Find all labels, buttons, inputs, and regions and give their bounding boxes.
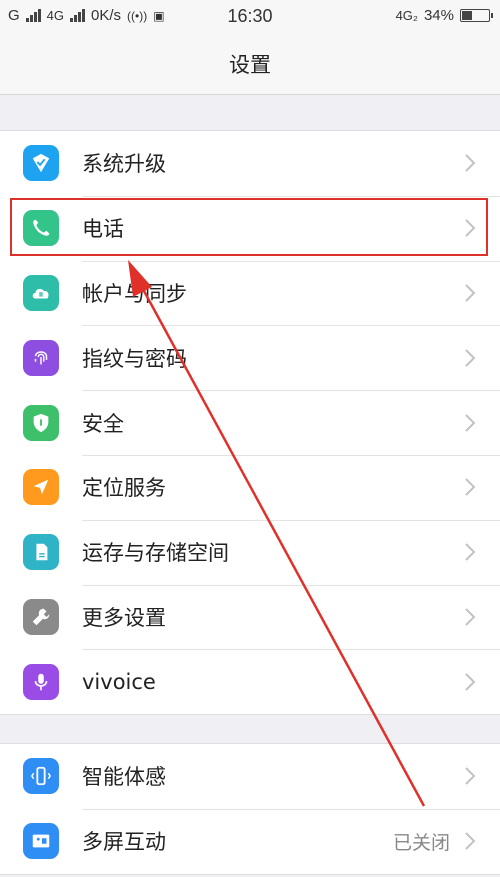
settings-row-label: 多屏互动 <box>82 830 166 855</box>
shield-icon <box>23 404 59 441</box>
settings-row-label: 指纹与密码 <box>82 346 187 371</box>
system-update-icon <box>23 145 59 182</box>
chevron-right-icon <box>464 283 476 303</box>
settings-group-2: 智能体感多屏互动 已关闭 <box>0 743 500 875</box>
settings-row-label: 智能体感 <box>82 765 166 790</box>
settings-row[interactable]: vivoice <box>0 649 500 714</box>
settings-row[interactable]: 电话 <box>0 195 500 261</box>
settings-row[interactable]: 定位服务 <box>0 454 500 520</box>
chevron-right-icon <box>464 607 476 627</box>
phone-icon <box>23 210 59 247</box>
location-icon <box>23 469 59 506</box>
chevron-right-icon <box>464 348 476 368</box>
fingerprint-icon <box>23 339 59 376</box>
status-bar: G 4G 0K/s ((•)) ▣ 16:30 4G₂ 34% <box>0 0 500 34</box>
row-divider <box>82 325 500 327</box>
settings-row[interactable]: 帐户与同步 <box>0 260 500 326</box>
microphone-icon <box>23 663 59 700</box>
settings-row-label: 帐户与同步 <box>82 281 187 306</box>
settings-group-1: 系统升级电话帐户与同步指纹与密码安全定位服务运存与存储空间 更多设置 vivoice <box>0 130 500 716</box>
status-right: 4G₂ 34% <box>395 7 493 24</box>
battery-percent: 34% <box>423 7 454 24</box>
row-divider <box>82 260 500 262</box>
settings-row-label: 系统升级 <box>82 152 166 177</box>
row-divider <box>82 454 500 456</box>
wrench-icon <box>23 598 59 635</box>
settings-row[interactable]: 系统升级 <box>0 131 500 196</box>
row-divider <box>82 584 500 586</box>
settings-row-label: 安全 <box>82 411 124 436</box>
settings-row[interactable]: 指纹与密码 <box>0 325 500 390</box>
settings-row[interactable]: 多屏互动 已关闭 <box>0 808 500 874</box>
chevron-right-icon <box>464 413 476 433</box>
settings-row[interactable]: 安全 <box>0 390 500 455</box>
chevron-right-icon <box>464 218 476 238</box>
chevron-right-icon <box>464 542 476 562</box>
row-divider <box>82 649 500 651</box>
row-divider <box>82 195 500 197</box>
nav-bar: 设置 <box>0 34 500 95</box>
network-label: 4G₂ <box>395 8 418 23</box>
settings-row[interactable]: 更多设置 <box>0 584 500 650</box>
settings-row-label: 更多设置 <box>82 605 166 630</box>
cloud-sync-icon <box>23 274 59 311</box>
settings-row-value: 已关闭 <box>392 831 450 854</box>
settings-row[interactable]: 智能体感 <box>0 744 500 809</box>
chevron-right-icon <box>464 477 476 497</box>
chevron-right-icon <box>464 672 476 692</box>
settings-row[interactable]: 运存与存储空间 <box>0 519 500 585</box>
settings-row-label: 运存与存储空间 <box>82 541 229 566</box>
motion-icon <box>23 758 59 795</box>
settings-row-label: vivoice <box>82 669 156 694</box>
page-title: 设置 <box>229 53 271 77</box>
settings-row-label: 电话 <box>82 217 124 242</box>
multiscreen-icon <box>23 823 59 860</box>
settings-row-label: 定位服务 <box>82 476 166 501</box>
battery-icon <box>460 9 493 22</box>
row-divider <box>82 390 500 392</box>
row-divider <box>82 519 500 521</box>
chevron-right-icon <box>464 153 476 173</box>
chevron-right-icon <box>464 831 476 851</box>
row-divider <box>82 808 500 810</box>
chevron-right-icon <box>464 766 476 786</box>
storage-icon <box>23 534 59 571</box>
